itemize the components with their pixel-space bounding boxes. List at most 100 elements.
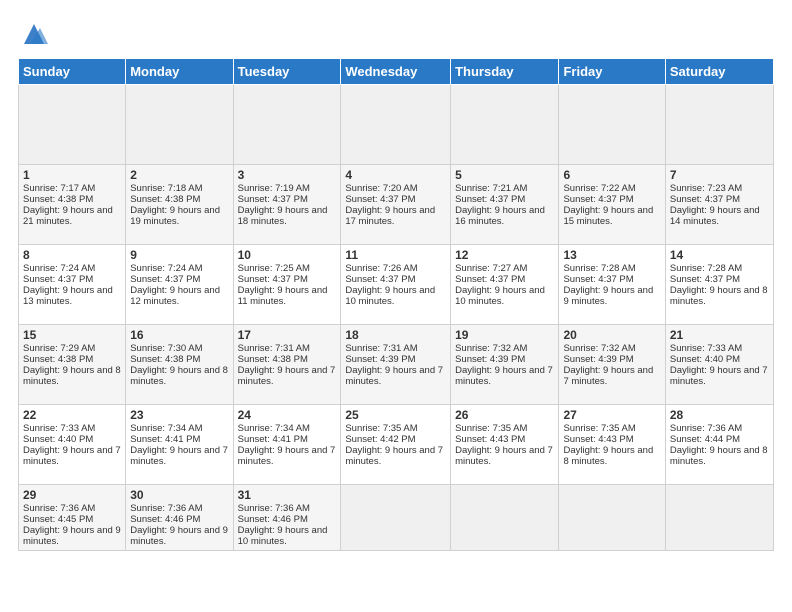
daylight-label: Daylight: 9 hours and 15 minutes. — [563, 205, 653, 227]
daylight-label: Daylight: 9 hours and 19 minutes. — [130, 205, 220, 227]
sunset-label: Sunset: 4:38 PM — [130, 194, 200, 205]
sunset-label: Sunset: 4:46 PM — [238, 514, 308, 525]
day-number: 28 — [670, 408, 769, 422]
sunrise-label: Sunrise: 7:34 AM — [238, 423, 310, 434]
daylight-label: Daylight: 9 hours and 12 minutes. — [130, 285, 220, 307]
day-number: 14 — [670, 248, 769, 262]
calendar-cell: 31Sunrise: 7:36 AMSunset: 4:46 PMDayligh… — [233, 485, 341, 551]
calendar-cell — [451, 485, 559, 551]
sunset-label: Sunset: 4:39 PM — [455, 354, 525, 365]
daylight-label: Daylight: 9 hours and 7 minutes. — [670, 365, 768, 387]
calendar-cell — [341, 85, 451, 165]
weekday-header-friday: Friday — [559, 59, 665, 85]
calendar-cell: 15Sunrise: 7:29 AMSunset: 4:38 PMDayligh… — [19, 325, 126, 405]
weekday-header-saturday: Saturday — [665, 59, 773, 85]
sunset-label: Sunset: 4:37 PM — [130, 274, 200, 285]
day-number: 12 — [455, 248, 554, 262]
calendar-cell: 7Sunrise: 7:23 AMSunset: 4:37 PMDaylight… — [665, 165, 773, 245]
sunrise-label: Sunrise: 7:35 AM — [345, 423, 417, 434]
daylight-label: Daylight: 9 hours and 8 minutes. — [670, 445, 768, 467]
day-number: 30 — [130, 488, 228, 502]
calendar-cell: 4Sunrise: 7:20 AMSunset: 4:37 PMDaylight… — [341, 165, 451, 245]
page: SundayMondayTuesdayWednesdayThursdayFrid… — [0, 0, 792, 612]
calendar-cell: 2Sunrise: 7:18 AMSunset: 4:38 PMDaylight… — [126, 165, 233, 245]
daylight-label: Daylight: 9 hours and 7 minutes. — [455, 445, 553, 467]
sunrise-label: Sunrise: 7:36 AM — [23, 503, 95, 514]
sunrise-label: Sunrise: 7:31 AM — [238, 343, 310, 354]
weekday-header-thursday: Thursday — [451, 59, 559, 85]
daylight-label: Daylight: 9 hours and 7 minutes. — [130, 445, 228, 467]
day-number: 29 — [23, 488, 121, 502]
sunrise-label: Sunrise: 7:19 AM — [238, 183, 310, 194]
day-number: 25 — [345, 408, 446, 422]
day-number: 8 — [23, 248, 121, 262]
day-number: 19 — [455, 328, 554, 342]
sunrise-label: Sunrise: 7:33 AM — [670, 343, 742, 354]
sunrise-label: Sunrise: 7:33 AM — [23, 423, 95, 434]
calendar-cell: 1Sunrise: 7:17 AMSunset: 4:38 PMDaylight… — [19, 165, 126, 245]
sunset-label: Sunset: 4:40 PM — [670, 354, 740, 365]
daylight-label: Daylight: 9 hours and 7 minutes. — [345, 445, 443, 467]
calendar-cell — [233, 85, 341, 165]
sunset-label: Sunset: 4:46 PM — [130, 514, 200, 525]
sunset-label: Sunset: 4:37 PM — [563, 274, 633, 285]
sunset-label: Sunset: 4:37 PM — [345, 274, 415, 285]
sunrise-label: Sunrise: 7:30 AM — [130, 343, 202, 354]
sunset-label: Sunset: 4:42 PM — [345, 434, 415, 445]
sunset-label: Sunset: 4:41 PM — [238, 434, 308, 445]
calendar-cell: 16Sunrise: 7:30 AMSunset: 4:38 PMDayligh… — [126, 325, 233, 405]
day-number: 31 — [238, 488, 337, 502]
calendar-cell: 14Sunrise: 7:28 AMSunset: 4:37 PMDayligh… — [665, 245, 773, 325]
sunrise-label: Sunrise: 7:34 AM — [130, 423, 202, 434]
calendar-cell: 5Sunrise: 7:21 AMSunset: 4:37 PMDaylight… — [451, 165, 559, 245]
header — [18, 18, 774, 48]
sunset-label: Sunset: 4:45 PM — [23, 514, 93, 525]
sunrise-label: Sunrise: 7:28 AM — [670, 263, 742, 274]
weekday-header-sunday: Sunday — [19, 59, 126, 85]
sunrise-label: Sunrise: 7:36 AM — [238, 503, 310, 514]
calendar-cell: 28Sunrise: 7:36 AMSunset: 4:44 PMDayligh… — [665, 405, 773, 485]
day-number: 16 — [130, 328, 228, 342]
calendar-cell: 25Sunrise: 7:35 AMSunset: 4:42 PMDayligh… — [341, 405, 451, 485]
sunset-label: Sunset: 4:37 PM — [23, 274, 93, 285]
calendar-cell — [451, 85, 559, 165]
calendar-cell: 18Sunrise: 7:31 AMSunset: 4:39 PMDayligh… — [341, 325, 451, 405]
sunset-label: Sunset: 4:37 PM — [670, 274, 740, 285]
sunset-label: Sunset: 4:37 PM — [345, 194, 415, 205]
calendar-cell: 11Sunrise: 7:26 AMSunset: 4:37 PMDayligh… — [341, 245, 451, 325]
sunset-label: Sunset: 4:44 PM — [670, 434, 740, 445]
sunrise-label: Sunrise: 7:24 AM — [23, 263, 95, 274]
day-number: 27 — [563, 408, 660, 422]
sunrise-label: Sunrise: 7:23 AM — [670, 183, 742, 194]
sunrise-label: Sunrise: 7:29 AM — [23, 343, 95, 354]
daylight-label: Daylight: 9 hours and 13 minutes. — [23, 285, 113, 307]
calendar-cell: 30Sunrise: 7:36 AMSunset: 4:46 PMDayligh… — [126, 485, 233, 551]
calendar-cell: 29Sunrise: 7:36 AMSunset: 4:45 PMDayligh… — [19, 485, 126, 551]
calendar-cell: 19Sunrise: 7:32 AMSunset: 4:39 PMDayligh… — [451, 325, 559, 405]
sunset-label: Sunset: 4:37 PM — [238, 194, 308, 205]
day-number: 20 — [563, 328, 660, 342]
calendar-cell: 8Sunrise: 7:24 AMSunset: 4:37 PMDaylight… — [19, 245, 126, 325]
daylight-label: Daylight: 9 hours and 8 minutes. — [563, 445, 653, 467]
daylight-label: Daylight: 9 hours and 10 minutes. — [238, 525, 328, 547]
sunset-label: Sunset: 4:37 PM — [670, 194, 740, 205]
daylight-label: Daylight: 9 hours and 9 minutes. — [23, 525, 121, 547]
sunset-label: Sunset: 4:37 PM — [455, 274, 525, 285]
sunrise-label: Sunrise: 7:18 AM — [130, 183, 202, 194]
sunrise-label: Sunrise: 7:31 AM — [345, 343, 417, 354]
sunrise-label: Sunrise: 7:24 AM — [130, 263, 202, 274]
logo-icon — [20, 20, 48, 48]
day-number: 22 — [23, 408, 121, 422]
calendar-cell: 27Sunrise: 7:35 AMSunset: 4:43 PMDayligh… — [559, 405, 665, 485]
daylight-label: Daylight: 9 hours and 21 minutes. — [23, 205, 113, 227]
calendar-cell — [126, 85, 233, 165]
calendar-cell: 21Sunrise: 7:33 AMSunset: 4:40 PMDayligh… — [665, 325, 773, 405]
calendar-cell — [341, 485, 451, 551]
day-number: 23 — [130, 408, 228, 422]
daylight-label: Daylight: 9 hours and 10 minutes. — [345, 285, 435, 307]
sunset-label: Sunset: 4:37 PM — [238, 274, 308, 285]
sunset-label: Sunset: 4:39 PM — [563, 354, 633, 365]
daylight-label: Daylight: 9 hours and 14 minutes. — [670, 205, 760, 227]
calendar-cell — [559, 85, 665, 165]
sunrise-label: Sunrise: 7:26 AM — [345, 263, 417, 274]
